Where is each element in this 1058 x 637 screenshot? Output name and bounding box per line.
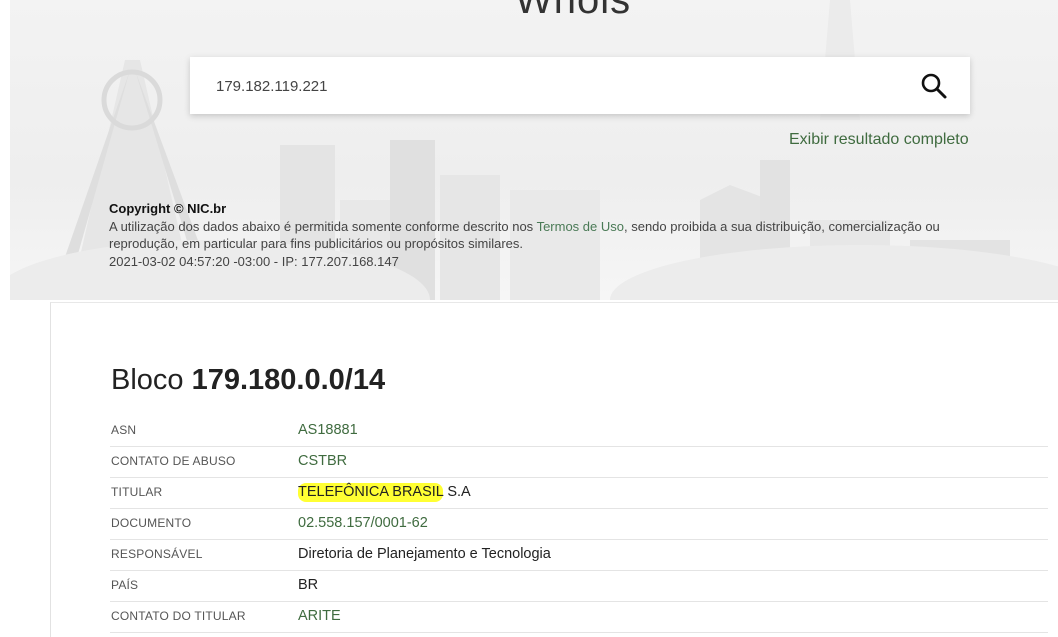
copyright-title: Copyright © NIC.br (109, 201, 227, 216)
search-input[interactable] (216, 75, 896, 97)
copyright-timestamp: 2021-03-02 04:57:20 -03:00 - IP: 177.207… (109, 253, 399, 269)
block-cidr: 179.180.0.0/14 (191, 364, 386, 396)
search-icon (921, 73, 947, 99)
row-label: DOCUMENTO (111, 516, 192, 530)
row-holder: TITULAR TELEFÔNICA BRASIL S.A (110, 478, 1048, 509)
row-label: CONTATO DE ABUSO (111, 454, 236, 468)
full-result-link[interactable]: Exibir resultado completo (789, 131, 969, 149)
holder-contact-link[interactable]: ARITE (298, 608, 341, 624)
page-title: Whois (515, 0, 632, 22)
asn-link[interactable]: AS18881 (298, 422, 358, 438)
copyright-text-before: A utilização dos dados abaixo é permitid… (109, 218, 537, 234)
block-heading: Bloco 179.180.0.0/14 (111, 364, 385, 397)
terms-of-use-link[interactable]: Termos de Uso (537, 219, 624, 234)
abuse-contact-link[interactable]: CSTBR (298, 453, 347, 469)
responsible-value: Diretoria de Planejamento e Tecnologia (298, 546, 551, 562)
copyright-text: A utilização dos dados abaixo é permitid… (109, 218, 1009, 253)
document-link[interactable]: 02.558.157/0001-62 (298, 515, 428, 531)
row-country: PAÍS BR (110, 571, 1048, 602)
row-abuse-contact: CONTATO DE ABUSO CSTBR (110, 447, 1048, 478)
row-asn: ASN AS18881 (110, 416, 1048, 447)
row-label: ASN (111, 423, 137, 437)
search-bar (190, 57, 970, 114)
row-responsible: RESPONSÁVEL Diretoria de Planejamento e … (110, 540, 1048, 571)
row-document: DOCUMENTO 02.558.157/0001-62 (110, 509, 1048, 540)
country-value: BR (298, 577, 319, 593)
holder-value: TELEFÔNICA BRASIL S.A (298, 483, 471, 502)
holder-value-rest: S.A (443, 484, 471, 500)
row-label: CONTATO DO TITULAR (111, 609, 246, 623)
row-label: PAÍS (111, 578, 139, 592)
row-label: RESPONSÁVEL (111, 547, 203, 561)
highlighted-text: TELEFÔNICA BRASIL (298, 483, 444, 502)
copyright-notice: Copyright © NIC.br A utilização dos dado… (109, 200, 1009, 270)
block-label: Bloco (111, 364, 184, 396)
row-holder-contact: CONTATO DO TITULAR ARITE (110, 602, 1048, 633)
row-label: TITULAR (111, 485, 163, 499)
search-button[interactable] (920, 72, 948, 100)
